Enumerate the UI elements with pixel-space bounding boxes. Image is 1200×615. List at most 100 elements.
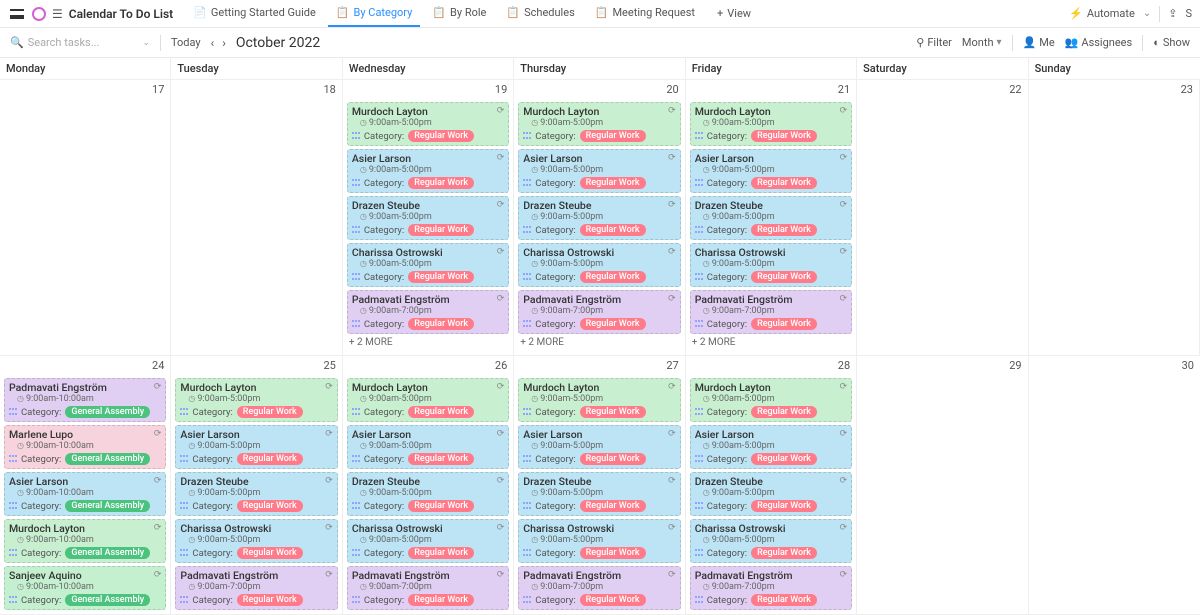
day-cell[interactable]: 25⟳Murdoch Layton◷9:00am-5:00pmCategory:… [171, 356, 342, 615]
more-events-button[interactable]: + 2 MORE [514, 334, 684, 351]
recur-icon: ⟳ [840, 570, 848, 580]
event-time: ◷9:00am-5:00pm [188, 394, 332, 404]
calendar-event[interactable]: ⟳Drazen Steube◷9:00am-5:00pmCategory:Reg… [690, 196, 852, 240]
calendar-event[interactable]: ⟳Sanjeev Aquino◷9:00am-10:00amCategory:G… [4, 566, 166, 610]
event-time: ◷9:00am-10:00am [17, 394, 161, 404]
calendar-event[interactable]: ⟳Charissa Ostrowski◷9:00am-5:00pmCategor… [518, 243, 680, 287]
tab-by-role[interactable]: 📋By Role [424, 0, 494, 27]
category-label: Category: [364, 548, 404, 559]
day-cell[interactable]: 17 [0, 80, 171, 356]
calendar-event[interactable]: ⟳Padmavati Engström◷9:00am-7:00pmCategor… [518, 566, 680, 610]
next-month-button[interactable]: › [222, 36, 226, 50]
day-cell[interactable]: 21⟳Murdoch Layton◷9:00am-5:00pmCategory:… [686, 80, 857, 356]
calendar-event[interactable]: ⟳Drazen Steube◷9:00am-5:00pmCategory:Reg… [690, 472, 852, 516]
calendar-event[interactable]: ⟳Charissa Ostrowski◷9:00am-5:00pmCategor… [347, 519, 509, 563]
calendar-event[interactable]: ⟳Charissa Ostrowski◷9:00am-5:00pmCategor… [518, 519, 680, 563]
calendar-event[interactable]: ⟳Asier Larson◷9:00am-5:00pmCategory:Regu… [175, 425, 337, 469]
day-cell[interactable]: 24⟳Padmavati Engström◷9:00am-10:00amCate… [0, 356, 171, 615]
category-label: Category: [707, 407, 747, 418]
calendar-event[interactable]: ⟳Drazen Steube◷9:00am-5:00pmCategory:Reg… [518, 196, 680, 240]
tab-getting-started-guide[interactable]: 📄Getting Started Guide [185, 0, 324, 27]
calendar-event[interactable]: ⟳Padmavati Engström◷9:00am-7:00pmCategor… [690, 290, 852, 334]
day-cell[interactable]: 27⟳Murdoch Layton◷9:00am-5:00pmCategory:… [514, 356, 685, 615]
event-title: Charissa Ostrowski [352, 246, 504, 259]
chevron-down-icon[interactable]: ⌄ [1143, 8, 1151, 19]
more-events-button[interactable]: + 2 MORE [686, 334, 856, 351]
category-label: Category: [707, 454, 747, 465]
show-button[interactable]: ◐Show [1153, 36, 1190, 49]
clock-icon: ◷ [360, 118, 367, 127]
prev-month-button[interactable]: ‹ [211, 36, 215, 50]
bolt-icon: ⚡ [1069, 7, 1083, 20]
automate-button[interactable]: ⚡ Automate [1069, 7, 1135, 20]
calendar-event[interactable]: ⟳Drazen Steube◷9:00am-5:00pmCategory:Reg… [175, 472, 337, 516]
divider [160, 35, 161, 51]
drag-handle-icon [523, 596, 531, 604]
calendar-event[interactable]: ⟳Padmavati Engström◷9:00am-10:00amCatego… [4, 378, 166, 422]
calendar-event[interactable]: ⟳Padmavati Engström◷9:00am-7:00pmCategor… [690, 566, 852, 610]
calendar-event[interactable]: ⟳Drazen Steube◷9:00am-5:00pmCategory:Reg… [347, 472, 509, 516]
day-cell[interactable]: 28⟳Murdoch Layton◷9:00am-5:00pmCategory:… [686, 356, 857, 615]
drag-handle-icon [695, 549, 703, 557]
calendar-event[interactable]: ⟳Murdoch Layton◷9:00am-5:00pmCategory:Re… [690, 102, 852, 146]
filter-button[interactable]: ⚲Filter [916, 36, 952, 49]
calendar-event[interactable]: ⟳Charissa Ostrowski◷9:00am-5:00pmCategor… [690, 519, 852, 563]
tab-schedules[interactable]: 📋Schedules [498, 0, 582, 27]
calendar-event[interactable]: ⟳Marlene Lupo◷9:00am-10:00amCategory:Gen… [4, 425, 166, 469]
tab-meeting-request[interactable]: 📋Meeting Request [587, 0, 703, 27]
calendar-event[interactable]: ⟳Asier Larson◷9:00am-10:00amCategory:Gen… [4, 472, 166, 516]
calendar-event[interactable]: ⟳Asier Larson◷9:00am-5:00pmCategory:Regu… [518, 425, 680, 469]
search-input[interactable] [28, 36, 128, 49]
calendar-event[interactable]: ⟳Padmavati Engström◷9:00am-7:00pmCategor… [518, 290, 680, 334]
event-title: Murdoch Layton [523, 381, 675, 394]
clock-icon: ◷ [531, 118, 538, 127]
calendar-event[interactable]: ⟳Murdoch Layton◷9:00am-10:00amCategory:G… [4, 519, 166, 563]
calendar-event[interactable]: ⟳Asier Larson◷9:00am-5:00pmCategory:Regu… [518, 149, 680, 193]
day-cell[interactable]: 19⟳Murdoch Layton◷9:00am-5:00pmCategory:… [343, 80, 514, 356]
calendar-event[interactable]: ⟳Padmavati Engström◷9:00am-7:00pmCategor… [347, 566, 509, 610]
calendar-event[interactable]: ⟳Drazen Steube◷9:00am-5:00pmCategory:Reg… [518, 472, 680, 516]
hamburger-menu[interactable] [8, 5, 26, 23]
chevron-down-icon[interactable]: ⌄ [142, 38, 150, 48]
day-cell[interactable]: 30 [1029, 356, 1200, 615]
calendar-event[interactable]: ⟳Murdoch Layton◷9:00am-5:00pmCategory:Re… [690, 378, 852, 422]
calendar-event[interactable]: ⟳Charissa Ostrowski◷9:00am-5:00pmCategor… [347, 243, 509, 287]
share-icon[interactable]: ⇪ [1168, 7, 1177, 20]
day-cell[interactable]: 22 [857, 80, 1028, 356]
calendar-event[interactable]: ⟳Murdoch Layton◷9:00am-5:00pmCategory:Re… [347, 378, 509, 422]
calendar-event[interactable]: ⟳Padmavati Engström◷9:00am-7:00pmCategor… [347, 290, 509, 334]
tab-by-category[interactable]: 📋By Category [328, 0, 421, 27]
day-cell[interactable]: 18 [171, 80, 342, 356]
calendar-event[interactable]: ⟳Asier Larson◷9:00am-5:00pmCategory:Regu… [690, 425, 852, 469]
calendar-event[interactable]: ⟳Drazen Steube◷9:00am-5:00pmCategory:Reg… [347, 196, 509, 240]
drag-handle-icon [695, 596, 703, 604]
calendar-event[interactable]: ⟳Asier Larson◷9:00am-5:00pmCategory:Regu… [347, 425, 509, 469]
category-label: Category: [364, 501, 404, 512]
calendar-event[interactable]: ⟳Charissa Ostrowski◷9:00am-5:00pmCategor… [690, 243, 852, 287]
assignees-filter[interactable]: 👥Assignees [1065, 36, 1133, 49]
day-cell[interactable]: 20⟳Murdoch Layton◷9:00am-5:00pmCategory:… [514, 80, 685, 356]
calendar-event[interactable]: ⟳Murdoch Layton◷9:00am-5:00pmCategory:Re… [175, 378, 337, 422]
add-view-button[interactable]: + View [709, 7, 759, 20]
month-dropdown[interactable]: Month▾ [962, 36, 1002, 49]
calendar-event[interactable]: ⟳Murdoch Layton◷9:00am-5:00pmCategory:Re… [347, 102, 509, 146]
category-badge: Regular Work [580, 406, 646, 418]
calendar-event[interactable]: ⟳Asier Larson◷9:00am-5:00pmCategory:Regu… [347, 149, 509, 193]
calendar-event[interactable]: ⟳Murdoch Layton◷9:00am-5:00pmCategory:Re… [518, 378, 680, 422]
clock-icon: ◷ [188, 441, 195, 450]
more-events-button[interactable]: + 2 MORE [343, 334, 513, 351]
drag-handle-icon [523, 549, 531, 557]
day-cell[interactable]: 23 [1029, 80, 1200, 356]
calendar-event[interactable]: ⟳Padmavati Engström◷9:00am-7:00pmCategor… [175, 566, 337, 610]
me-filter[interactable]: 👤Me [1023, 36, 1055, 49]
day-cell[interactable]: 29 [857, 356, 1028, 615]
drag-handle-icon [523, 455, 531, 463]
recur-icon: ⟳ [840, 476, 848, 486]
calendar-event[interactable]: ⟳Charissa Ostrowski◷9:00am-5:00pmCategor… [175, 519, 337, 563]
calendar-event[interactable]: ⟳Asier Larson◷9:00am-5:00pmCategory:Regu… [690, 149, 852, 193]
day-cell[interactable]: 26⟳Murdoch Layton◷9:00am-5:00pmCategory:… [343, 356, 514, 615]
today-button[interactable]: Today [171, 36, 201, 49]
workspace-icon [32, 7, 46, 21]
calendar-event[interactable]: ⟳Murdoch Layton◷9:00am-5:00pmCategory:Re… [518, 102, 680, 146]
event-time: ◷9:00am-5:00pm [360, 394, 504, 404]
